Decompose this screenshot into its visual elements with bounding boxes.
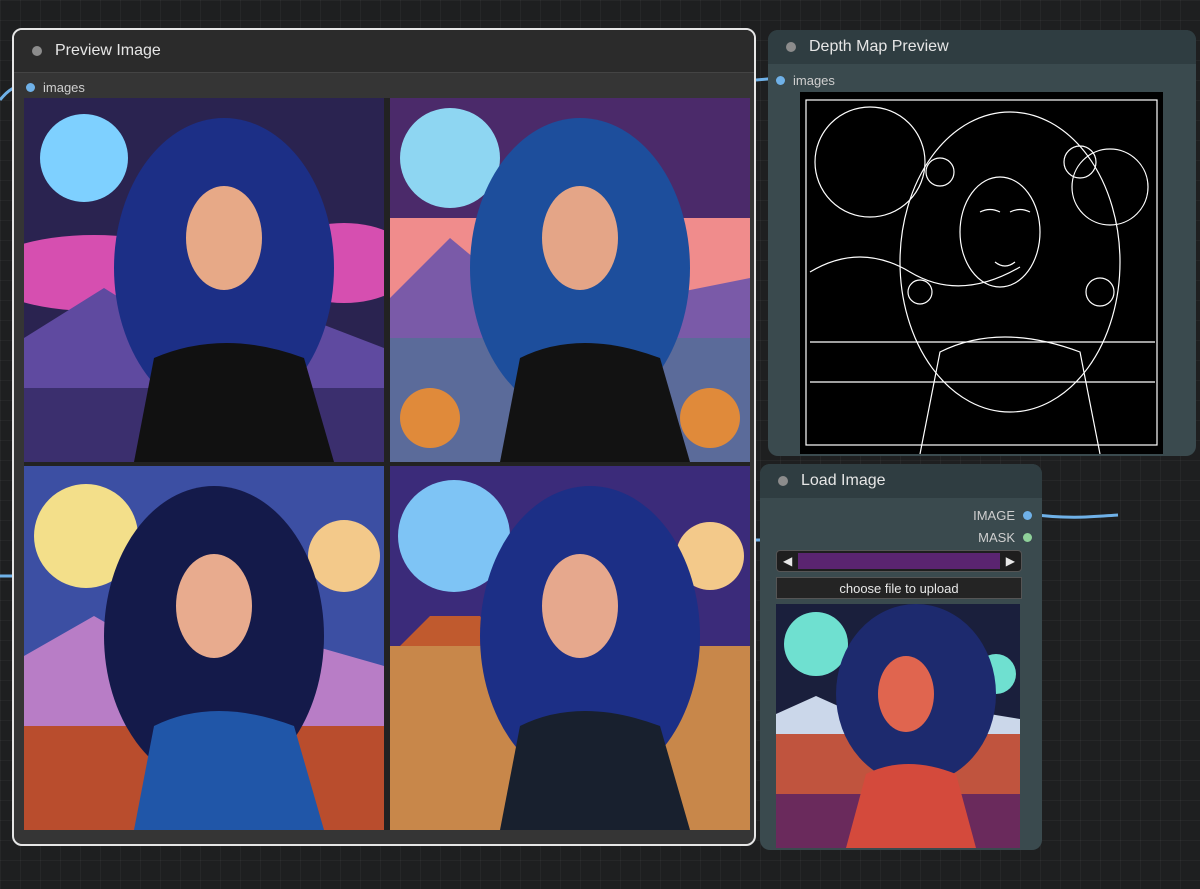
preview-image-grid bbox=[24, 98, 750, 830]
preview-node-title: Preview Image bbox=[55, 42, 161, 59]
image-output-label: IMAGE bbox=[973, 508, 1015, 523]
portrait-image bbox=[776, 604, 1020, 848]
depth-node-title-bar[interactable]: Depth Map Preview bbox=[768, 30, 1196, 64]
node-collapse-dot[interactable] bbox=[778, 476, 788, 486]
preview-node-title-bar[interactable]: Preview Image bbox=[14, 30, 754, 73]
face bbox=[878, 656, 934, 732]
jacket bbox=[134, 343, 334, 462]
images-input-socket[interactable] bbox=[26, 83, 35, 92]
face bbox=[176, 554, 252, 658]
portrait-image bbox=[390, 98, 750, 462]
face bbox=[542, 554, 618, 658]
mask-output-row: MASK bbox=[978, 530, 1032, 545]
body bbox=[846, 764, 976, 848]
load-node-title-bar[interactable]: Load Image bbox=[760, 464, 1042, 498]
slider-track[interactable] bbox=[798, 553, 1000, 569]
face bbox=[186, 186, 262, 290]
image-output-row: IMAGE bbox=[973, 508, 1032, 523]
preview-image-node[interactable]: Preview Image images bbox=[12, 28, 756, 846]
face bbox=[542, 186, 618, 290]
wire-image-output bbox=[1029, 512, 1119, 519]
preview-image-3[interactable] bbox=[24, 466, 384, 830]
load-image-node[interactable]: Load Image IMAGE MASK ◀ ▶ choose file to… bbox=[760, 464, 1042, 850]
loaded-image-preview[interactable] bbox=[776, 604, 1020, 848]
images-input-row: images bbox=[26, 80, 85, 95]
portrait-image bbox=[24, 98, 384, 462]
depth-node-title: Depth Map Preview bbox=[809, 38, 949, 55]
moon bbox=[784, 612, 848, 676]
choose-file-button[interactable]: choose file to upload bbox=[776, 577, 1022, 599]
images-input-label: images bbox=[43, 80, 85, 95]
depth-images-input-row: images bbox=[776, 73, 835, 88]
slider-right-arrow[interactable]: ▶ bbox=[1006, 554, 1015, 568]
image-output-socket[interactable] bbox=[1023, 511, 1032, 520]
preview-image-2[interactable] bbox=[390, 98, 750, 462]
portrait-image bbox=[24, 466, 384, 830]
portrait-image bbox=[390, 466, 750, 830]
depth-images-input-label: images bbox=[793, 73, 835, 88]
slider-left-arrow[interactable]: ◀ bbox=[783, 554, 792, 568]
preview-image-1[interactable] bbox=[24, 98, 384, 462]
depth-images-input-socket[interactable] bbox=[776, 76, 785, 85]
node-collapse-dot[interactable] bbox=[32, 46, 42, 56]
depth-map-image[interactable] bbox=[800, 92, 1163, 455]
image-select-slider[interactable]: ◀ ▶ bbox=[776, 550, 1022, 572]
mask-output-label: MASK bbox=[978, 530, 1015, 545]
preview-image-4[interactable] bbox=[390, 466, 750, 830]
node-collapse-dot[interactable] bbox=[786, 42, 796, 52]
flowers bbox=[400, 388, 460, 448]
edge-map-drawing bbox=[805, 99, 1158, 455]
mask-output-socket[interactable] bbox=[1023, 533, 1032, 542]
depth-map-preview-node[interactable]: Depth Map Preview images bbox=[768, 30, 1196, 456]
load-node-title: Load Image bbox=[801, 472, 886, 489]
moon bbox=[40, 114, 128, 202]
